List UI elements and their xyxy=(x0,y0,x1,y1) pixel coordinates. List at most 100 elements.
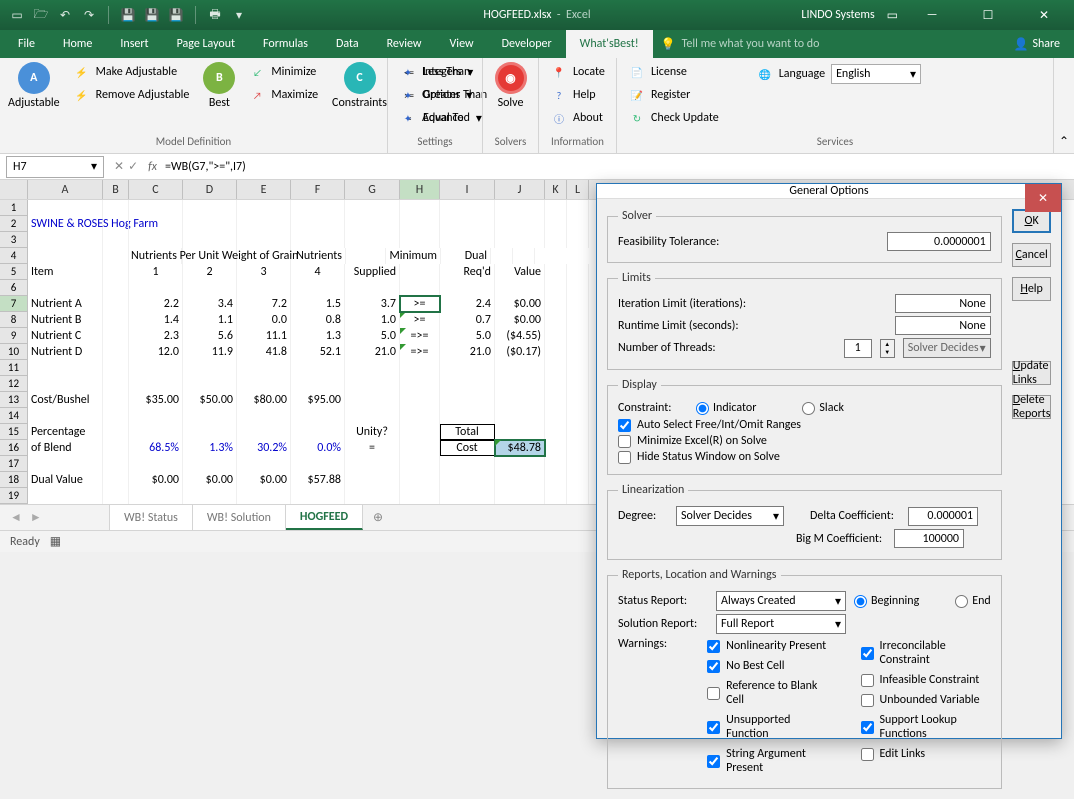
cell-A7[interactable]: Nutrient A xyxy=(28,296,103,312)
col-header[interactable]: L xyxy=(567,180,589,199)
warn-ref-checkbox[interactable] xyxy=(707,687,720,700)
cell-J4[interactable]: Dual xyxy=(441,248,491,264)
cell-E7[interactable]: 7.2 xyxy=(237,296,291,312)
cell-E18[interactable]: $0.00 xyxy=(237,472,291,488)
cell-B1[interactable] xyxy=(103,200,129,216)
cell-C12[interactable] xyxy=(129,376,183,392)
options-button[interactable]: ✦Options ▾ xyxy=(396,85,486,105)
cell-D12[interactable] xyxy=(183,376,237,392)
update-links-button[interactable]: Update Links xyxy=(1012,361,1052,385)
cell-C3[interactable] xyxy=(129,232,183,248)
cell-J15[interactable] xyxy=(495,424,545,440)
cell-E17[interactable] xyxy=(237,456,291,472)
help-button[interactable]: Help xyxy=(1012,277,1052,301)
cell-C1[interactable] xyxy=(129,200,183,216)
cell-F7[interactable]: 1.5 xyxy=(291,296,345,312)
cell-H3[interactable] xyxy=(400,232,440,248)
col-header[interactable]: D xyxy=(183,180,237,199)
cell-D5[interactable]: 2 xyxy=(183,264,237,280)
cell-B18[interactable] xyxy=(103,472,129,488)
cell-I9[interactable]: 5.0 xyxy=(440,328,495,344)
cell-I12[interactable] xyxy=(440,376,495,392)
cell-I17[interactable] xyxy=(440,456,495,472)
cell-A10[interactable]: Nutrient D xyxy=(28,344,103,360)
tellme-box[interactable]: 💡 Tell me what you want to do xyxy=(661,30,820,58)
cell-J1[interactable] xyxy=(495,200,545,216)
cell-L5[interactable] xyxy=(567,264,589,280)
degree-select[interactable]: Solver Decides▾ xyxy=(676,506,784,526)
enter-formula-icon[interactable]: ✓ xyxy=(128,159,138,174)
cell-L14[interactable] xyxy=(567,408,589,424)
cell-D9[interactable]: 5.6 xyxy=(183,328,237,344)
cell-A13[interactable]: Cost/Bushel xyxy=(28,392,103,408)
cell-J11[interactable] xyxy=(495,360,545,376)
cell-D8[interactable]: 1.1 xyxy=(183,312,237,328)
cell-C19[interactable] xyxy=(129,488,183,504)
cell-F10[interactable]: 52.1 xyxy=(291,344,345,360)
warn-unbound-checkbox[interactable] xyxy=(861,694,874,707)
cell-K5[interactable] xyxy=(545,264,567,280)
row-header[interactable]: 12 xyxy=(0,376,28,392)
cell-I7[interactable]: 2.4 xyxy=(440,296,495,312)
tab-review[interactable]: Review xyxy=(373,30,436,58)
cell-I19[interactable] xyxy=(440,488,495,504)
row-header[interactable]: 16 xyxy=(0,440,28,456)
cell-F3[interactable] xyxy=(291,232,345,248)
cell-J16[interactable]: $48.78 xyxy=(495,440,545,456)
cell-I5[interactable]: Req'd xyxy=(440,264,495,280)
cell-K12[interactable] xyxy=(545,376,567,392)
minimize-excel-checkbox[interactable] xyxy=(618,435,631,448)
cell-H4[interactable] xyxy=(346,248,386,264)
cell-G5[interactable]: Supplied xyxy=(345,264,400,280)
cell-A2[interactable]: SWINE & ROSES Hog Farm xyxy=(28,216,103,232)
locate-button[interactable]: 📍Locate xyxy=(547,62,609,82)
tab-view[interactable]: View xyxy=(436,30,488,58)
cell-B9[interactable] xyxy=(103,328,129,344)
saveas-icon[interactable]: 💾 xyxy=(167,6,185,24)
cell-H10[interactable]: =>= xyxy=(400,344,440,360)
cell-C6[interactable] xyxy=(129,280,183,296)
cell-F16[interactable]: 0.0% xyxy=(291,440,345,456)
cell-H9[interactable]: =>= xyxy=(400,328,440,344)
dialog-titlebar[interactable]: General Options ✕ xyxy=(597,184,1061,199)
cell-G12[interactable] xyxy=(345,376,400,392)
tab-insert[interactable]: Insert xyxy=(106,30,162,58)
tab-formulas[interactable]: Formulas xyxy=(249,30,322,58)
cell-E16[interactable]: 30.2% xyxy=(237,440,291,456)
cell-A6[interactable] xyxy=(28,280,103,296)
row-header[interactable]: 13 xyxy=(0,392,28,408)
auto-select-checkbox[interactable] xyxy=(618,419,631,432)
cell-G8[interactable]: 1.0 xyxy=(345,312,400,328)
cell-K17[interactable] xyxy=(545,456,567,472)
cell-D2[interactable] xyxy=(183,216,237,232)
cell-H13[interactable] xyxy=(400,392,440,408)
col-header[interactable]: H xyxy=(400,180,440,199)
row-header[interactable]: 6 xyxy=(0,280,28,296)
save-icon[interactable]: 💾 xyxy=(119,6,137,24)
ribbon-display-icon[interactable]: ▭ xyxy=(887,8,898,23)
cell-H8[interactable]: >= xyxy=(400,312,440,328)
new-sheet-button[interactable]: ⊕ xyxy=(363,505,393,530)
cell-I14[interactable] xyxy=(440,408,495,424)
col-header[interactable]: F xyxy=(291,180,345,199)
solution-report-select[interactable]: Full Report▾ xyxy=(716,614,846,634)
cell-E10[interactable]: 41.8 xyxy=(237,344,291,360)
cell-I15[interactable]: Total xyxy=(440,424,495,440)
slack-radio[interactable] xyxy=(802,402,815,415)
warn-lookup-checkbox[interactable] xyxy=(861,721,874,734)
dialog-close-button[interactable]: ✕ xyxy=(1025,184,1061,212)
license-button[interactable]: 📄License xyxy=(625,62,723,82)
col-header[interactable]: I xyxy=(440,180,495,199)
cell-L13[interactable] xyxy=(567,392,589,408)
cell-F6[interactable] xyxy=(291,280,345,296)
threads-select[interactable]: Solver Decides▾ xyxy=(903,338,991,358)
constraints-button[interactable]: C Constraints xyxy=(332,62,387,110)
cell-G3[interactable] xyxy=(345,232,400,248)
cell-B3[interactable] xyxy=(103,232,129,248)
threads-spinner[interactable]: ▲▼ xyxy=(880,339,895,358)
cell-A5[interactable]: Item xyxy=(28,264,103,280)
tab-data[interactable]: Data xyxy=(322,30,373,58)
cell-I16[interactable]: Cost xyxy=(440,440,495,456)
cell-H18[interactable] xyxy=(400,472,440,488)
adjustable-button[interactable]: A Adjustable xyxy=(8,62,60,110)
